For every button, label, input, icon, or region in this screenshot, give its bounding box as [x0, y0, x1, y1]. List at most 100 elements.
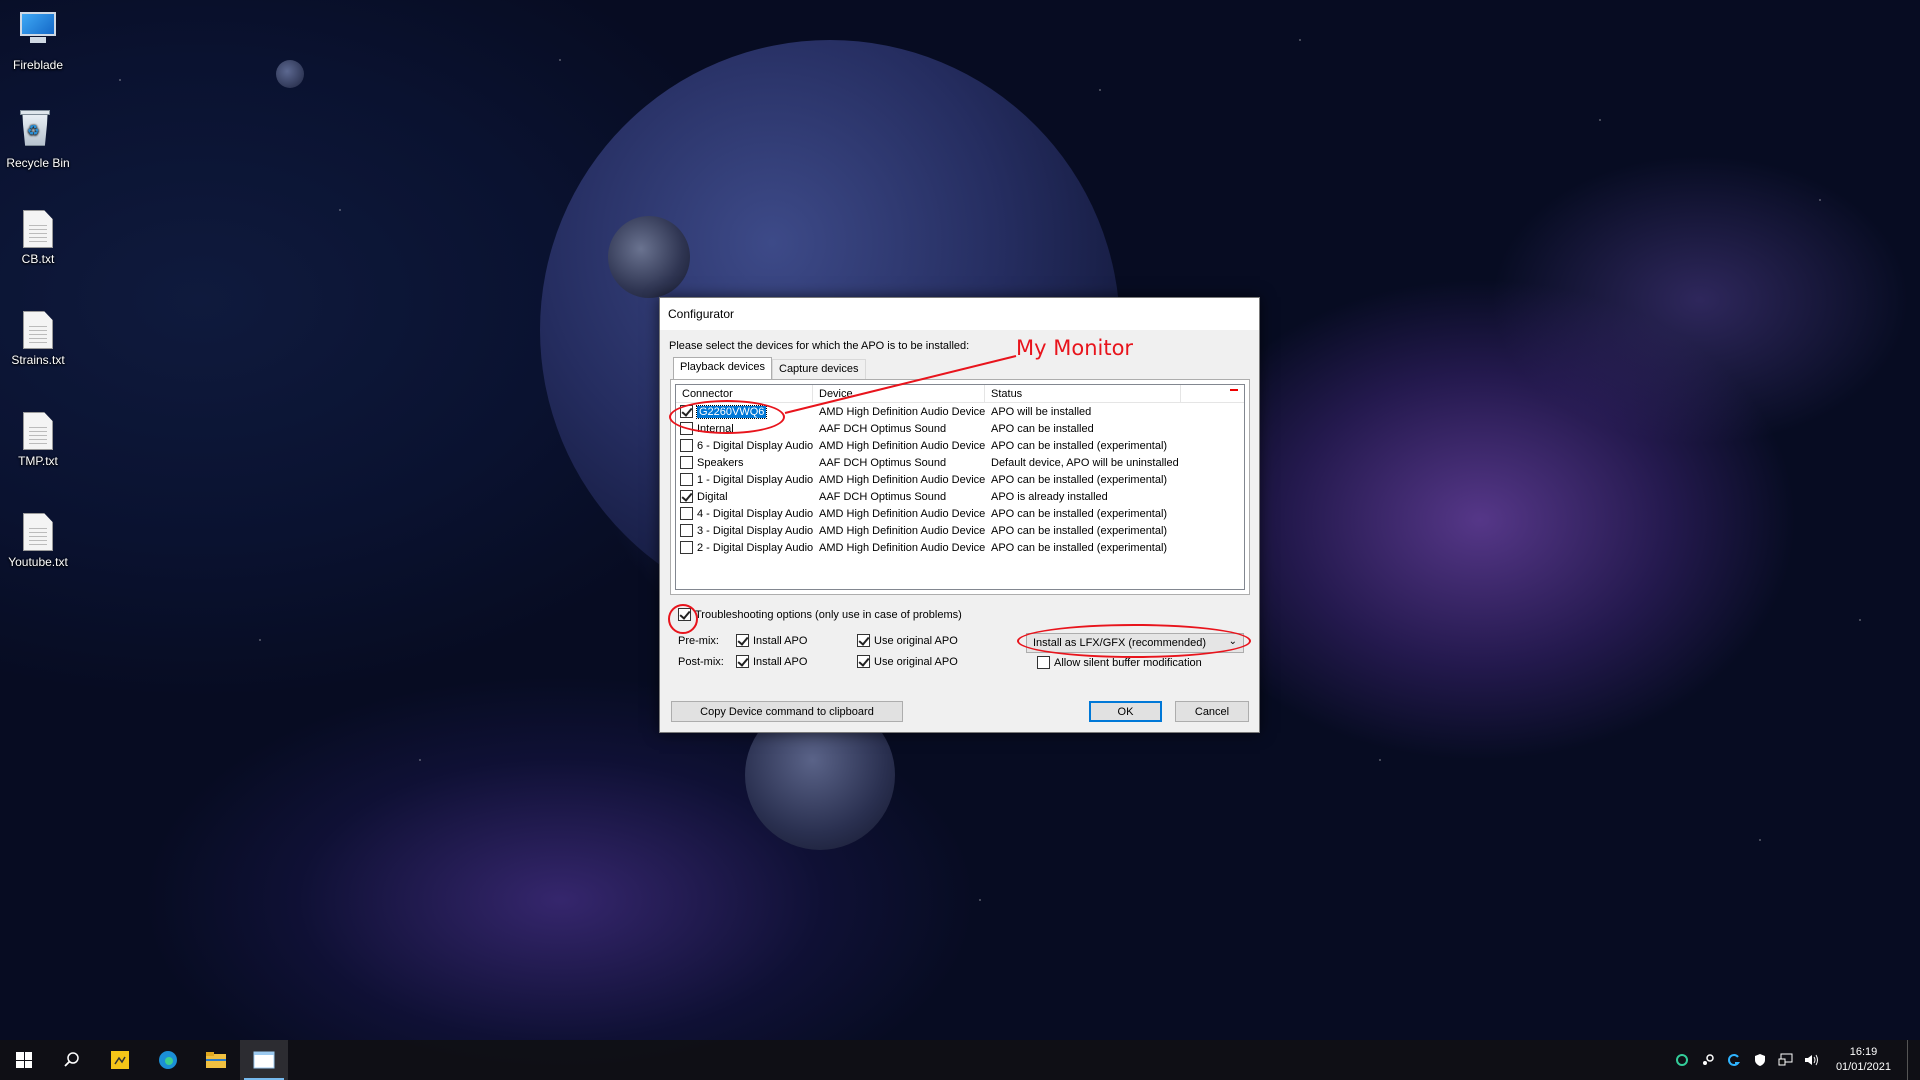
start-button[interactable] — [0, 1040, 48, 1080]
windows-logo-icon — [16, 1052, 32, 1068]
desktop-icon-tmp[interactable]: TMP.txt — [0, 412, 76, 468]
connector-label: 1 - Digital Display Audio — [697, 473, 814, 486]
cell-connector: 1 - Digital Display Audio — [676, 473, 813, 486]
connector-label: 2 - Digital Display Audio — [697, 541, 814, 554]
cell-connector: 6 - Digital Display Audio — [676, 439, 813, 452]
cell-connector: 4 - Digital Display Audio — [676, 507, 813, 520]
device-checkbox[interactable] — [680, 473, 693, 486]
postmix-label: Post-mix: — [678, 655, 724, 668]
text-file-icon — [23, 311, 53, 349]
clock-date: 01/01/2021 — [1835, 1061, 1891, 1073]
connector-label: 4 - Digital Display Audio — [697, 507, 814, 520]
cell-status: APO can be installed (experimental) — [991, 473, 1168, 486]
circle-status-icon[interactable] — [1674, 1052, 1690, 1068]
premix-use-original[interactable]: Use original APO — [857, 634, 958, 647]
troubleshooting-option[interactable]: Troubleshooting options (only use in cas… — [678, 608, 962, 621]
show-desktop-button[interactable] — [1907, 1040, 1912, 1080]
taskbar-app-edge[interactable] — [144, 1040, 192, 1080]
device-checkbox[interactable] — [680, 456, 693, 469]
ok-button[interactable]: OK — [1089, 701, 1162, 722]
dialog-title: Configurator — [668, 307, 735, 321]
silent-buffer-checkbox[interactable] — [1037, 656, 1050, 669]
steam-icon[interactable] — [1700, 1052, 1716, 1068]
connector-label: 6 - Digital Display Audio — [697, 439, 814, 452]
text-file-icon — [23, 210, 53, 248]
column-header-device[interactable]: Device — [813, 385, 985, 402]
postmix-use-original[interactable]: Use original APO — [857, 655, 958, 668]
taskbar-app-sticky[interactable] — [96, 1040, 144, 1080]
desktop-icon-strains[interactable]: Strains.txt — [0, 311, 76, 367]
install-apo-label: Install APO — [753, 634, 808, 647]
dialog-prompt: Please select the devices for which the … — [669, 340, 970, 352]
cell-status: APO can be installed (experimental) — [991, 541, 1168, 554]
wallpaper-moon — [276, 60, 304, 88]
table-row[interactable]: 4 - Digital Display Audio AMD High Defini… — [676, 505, 1244, 522]
network-icon[interactable] — [1778, 1052, 1794, 1068]
cell-connector: Speakers — [676, 456, 813, 469]
notes-app-icon — [111, 1051, 129, 1069]
recycle-bin-icon: ♻ — [18, 108, 58, 152]
search-button[interactable] — [48, 1040, 96, 1080]
desktop-icon-label: Youtube.txt — [8, 555, 68, 569]
table-row[interactable]: Digital AAF DCH Optimus Sound APO is alrea… — [676, 488, 1244, 505]
tab-playback-devices[interactable]: Playback devices — [673, 357, 772, 379]
column-header-connector[interactable]: Connector — [676, 385, 813, 402]
desktop-icon-fireblade[interactable]: Fireblade — [0, 10, 76, 72]
sort-indicator — [1230, 389, 1238, 391]
dialog-titlebar[interactable]: Configurator — [660, 298, 1259, 330]
security-shield-icon[interactable] — [1752, 1052, 1768, 1068]
desktop-icon-label: Fireblade — [12, 58, 64, 72]
tab-capture-devices[interactable]: Capture devices — [772, 359, 866, 379]
premix-row: Pre-mix: Install APO Use original APO — [678, 634, 958, 647]
taskbar-app-explorer[interactable] — [192, 1040, 240, 1080]
table-row[interactable]: 6 - Digital Display Audio AMD High Defini… — [676, 437, 1244, 454]
cancel-button[interactable]: Cancel — [1175, 701, 1249, 722]
device-checkbox[interactable] — [680, 490, 693, 503]
annotation-ring-troubleshooting — [668, 604, 698, 634]
system-tray: 16:19 01/01/2021 — [1674, 1040, 1912, 1080]
window-icon — [253, 1051, 275, 1069]
premix-install-apo-checkbox[interactable] — [736, 634, 749, 647]
cell-device: AMD High Definition Audio Device — [819, 473, 986, 486]
taskbar: 16:19 01/01/2021 — [0, 1040, 1920, 1080]
use-original-label: Use original APO — [874, 634, 958, 647]
wallpaper-moon — [608, 216, 690, 298]
logitech-icon[interactable] — [1726, 1052, 1742, 1068]
device-checkbox[interactable] — [680, 439, 693, 452]
device-checkbox[interactable] — [680, 524, 693, 537]
troubleshooting-label: Troubleshooting options (only use in cas… — [695, 608, 962, 621]
table-row[interactable]: 2 - Digital Display Audio AMD High Defini… — [676, 539, 1244, 556]
postmix-use-original-checkbox[interactable] — [857, 655, 870, 668]
configurator-dialog: Configurator Please select the devices f… — [659, 297, 1260, 733]
copy-command-button[interactable]: Copy Device command to clipboard — [671, 701, 903, 722]
desktop-icon-cb[interactable]: CB.txt — [0, 210, 76, 266]
cell-connector: Digital — [676, 490, 813, 503]
premix-install-apo[interactable]: Install APO — [736, 634, 857, 647]
cell-device: AMD High Definition Audio Device — [819, 405, 986, 418]
folder-icon — [206, 1052, 226, 1068]
table-row[interactable]: Speakers AAF DCH Optimus Sound Default dev… — [676, 454, 1244, 471]
device-checkbox[interactable] — [680, 507, 693, 520]
postmix-install-apo-checkbox[interactable] — [736, 655, 749, 668]
speaker-icon[interactable] — [1804, 1052, 1820, 1068]
cell-status: APO can be installed (experimental) — [991, 507, 1168, 520]
desktop-icon-label: Strains.txt — [11, 353, 65, 367]
taskbar-app-configurator[interactable] — [240, 1040, 288, 1080]
device-checkbox[interactable] — [680, 541, 693, 554]
annotation-ring-install-mode — [1017, 624, 1251, 658]
cell-device: AMD High Definition Audio Device — [819, 439, 986, 452]
desktop-icon-label: Recycle Bin — [6, 156, 70, 170]
column-header-status[interactable]: Status — [985, 385, 1181, 402]
cell-connector: 2 - Digital Display Audio — [676, 541, 813, 554]
desktop-icon-youtube[interactable]: Youtube.txt — [0, 513, 76, 569]
postmix-install-apo[interactable]: Install APO — [736, 655, 857, 668]
cell-connector: 3 - Digital Display Audio — [676, 524, 813, 537]
silent-buffer-option[interactable]: Allow silent buffer modification — [1037, 656, 1202, 669]
premix-use-original-checkbox[interactable] — [857, 634, 870, 647]
table-row[interactable]: 1 - Digital Display Audio AMD High Defini… — [676, 471, 1244, 488]
table-row[interactable]: 3 - Digital Display Audio AMD High Defini… — [676, 522, 1244, 539]
cell-status: APO can be installed (experimental) — [991, 439, 1168, 452]
annotation-ring-monitor — [669, 400, 785, 434]
taskbar-clock[interactable]: 16:19 01/01/2021 — [1830, 1045, 1897, 1075]
desktop-icon-recycle-bin[interactable]: ♻ Recycle Bin — [0, 108, 76, 170]
